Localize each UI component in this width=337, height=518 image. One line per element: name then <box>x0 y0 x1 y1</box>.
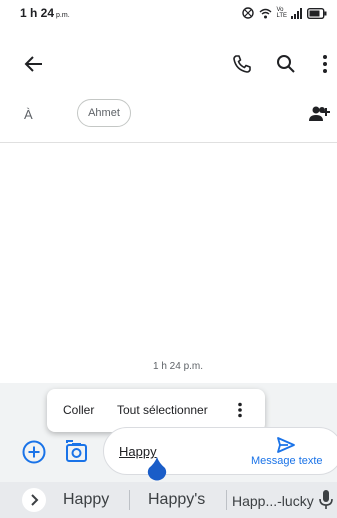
more-vert-icon[interactable] <box>237 402 243 418</box>
wifi-icon <box>259 8 272 18</box>
search-icon[interactable] <box>276 54 296 74</box>
suggestion-word[interactable]: Happ...-lucky <box>232 493 314 509</box>
camera-gallery-icon[interactable] <box>64 439 88 463</box>
message-timestamp: 1 h 24 p.m. <box>152 361 204 372</box>
status-icons: Vo LTE <box>241 7 327 19</box>
suggestion-word[interactable]: Happy's <box>148 491 205 509</box>
conversation-area <box>0 143 337 383</box>
status-time: 1 h 24 p.m. <box>20 6 70 20</box>
text-context-menu: Coller Tout sélectionner <box>47 389 265 432</box>
lte-text: LTE <box>276 13 287 19</box>
battery-icon <box>307 7 327 19</box>
mic-icon[interactable] <box>319 490 333 510</box>
paste-menu-item[interactable]: Coller <box>63 403 94 417</box>
message-input[interactable]: Happy Message texte <box>103 427 337 475</box>
send-icon[interactable] <box>276 436 296 454</box>
send-button-label[interactable]: Message texte <box>251 455 323 467</box>
suggestion-divider <box>226 490 227 510</box>
suggestion-divider <box>129 490 130 510</box>
chevron-right-icon <box>31 494 39 506</box>
recipient-row: À Ahmet <box>0 95 337 135</box>
nfc-icon <box>242 7 255 19</box>
back-arrow-icon[interactable] <box>24 54 44 74</box>
phone-icon[interactable] <box>232 54 252 74</box>
select-all-menu-item[interactable]: Tout sélectionner <box>117 403 208 417</box>
recipient-chip-label: Ahmet <box>88 107 120 119</box>
suggestion-word[interactable]: Happy <box>63 491 109 509</box>
text-cursor-handle[interactable] <box>146 456 168 482</box>
app-bar <box>0 40 337 88</box>
status-time-ampm: p.m. <box>56 12 70 19</box>
keyboard-suggestion-bar: Happy Happy's Happ...-lucky <box>0 482 337 518</box>
status-time-value: 1 h 24 <box>20 6 55 20</box>
suggestion-expand-button[interactable] <box>22 488 46 512</box>
status-bar: 1 h 24 p.m. Vo LTE <box>0 0 337 26</box>
add-people-icon[interactable] <box>308 105 330 123</box>
recipient-chip[interactable]: Ahmet <box>77 99 131 127</box>
to-label: À <box>24 107 33 122</box>
more-vert-icon[interactable] <box>320 54 330 74</box>
volte-icon: Vo LTE <box>276 7 287 19</box>
signal-icon <box>291 7 302 19</box>
add-attachment-icon[interactable] <box>22 440 46 464</box>
